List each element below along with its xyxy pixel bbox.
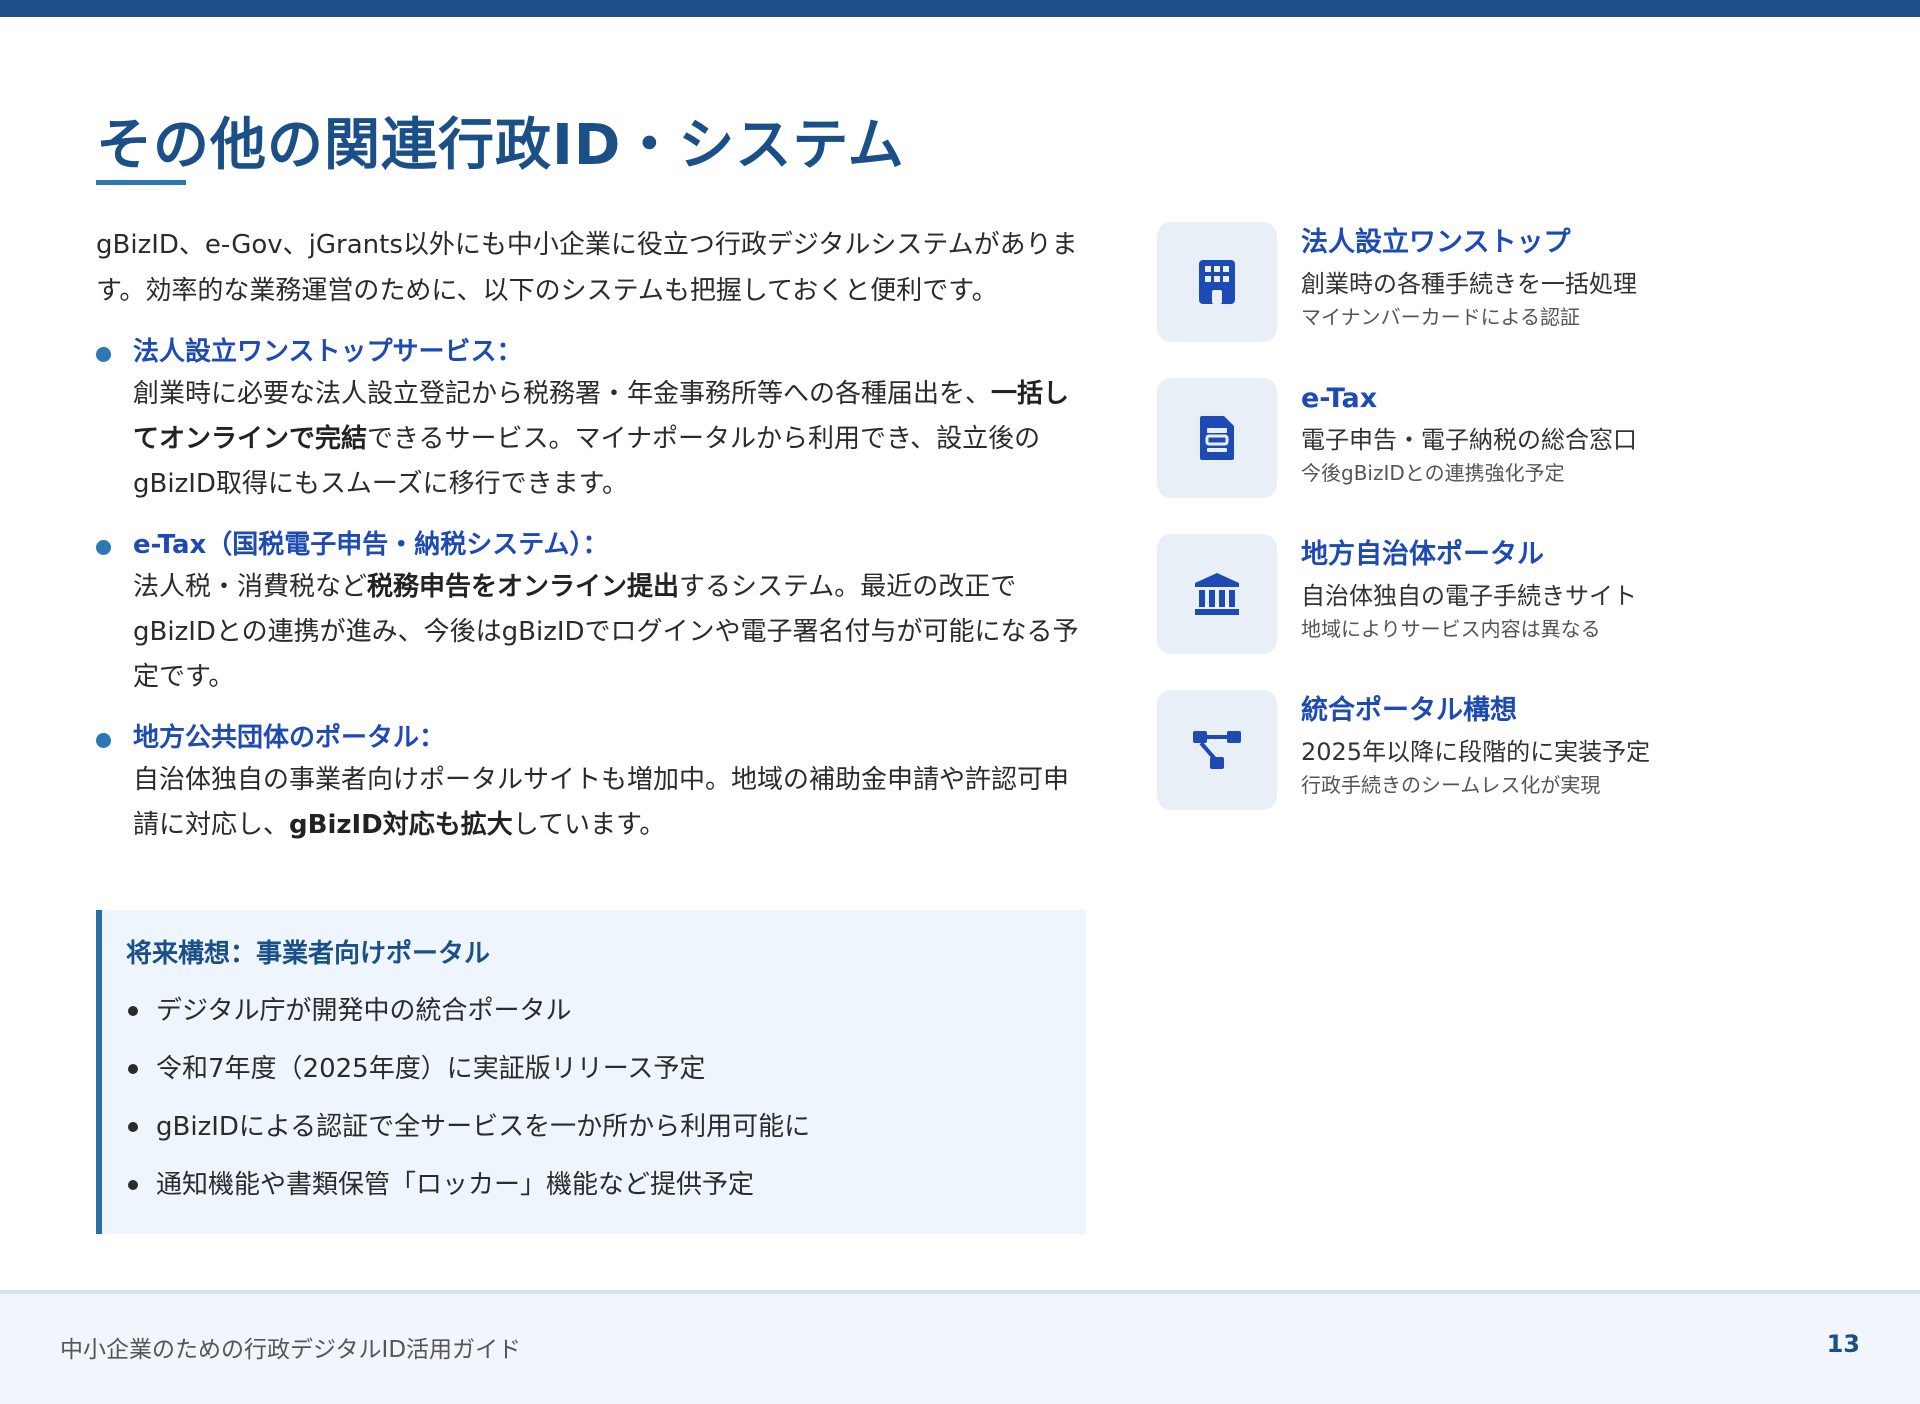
card-integrated-portal: 統合ポータル構想 2025年以降に段階的に実装予定 行政手続きのシームレス化が実… — [1157, 690, 1877, 846]
list-item: 法人設立ワンストップサービス： 創業時に必要な法人設立登記から税務署・年金事務所… — [96, 332, 1086, 507]
card-title: 地方自治体ポータル — [1301, 539, 1544, 570]
page-number: 13 — [1826, 1330, 1860, 1358]
list-item: e-Tax（国税電子申告・納税システム）： 法人税・消費税など税務申告をオンライ… — [96, 525, 1086, 700]
card-etax: e-Tax 電子申告・電子納税の総合窓口 今後gBizIDとの連携強化予定 — [1157, 378, 1877, 534]
list-item: 地方公共団体のポータル： 自治体独自の事業者向けポータルサイトも増加中。地域の補… — [96, 718, 1086, 848]
body-emphasis: 税務申告をオンライン提出 — [367, 572, 680, 602]
bullet-heading: 地方公共団体のポータル： — [133, 723, 446, 753]
bullet-dot-icon — [96, 733, 111, 748]
bullet-body: 法人税・消費税など税務申告をオンライン提出するシステム。最近の改正でgBizID… — [133, 565, 1086, 700]
card-text: 法人設立ワンストップ 創業時の各種手続きを一括処理 マイナンバーカードによる認証 — [1301, 222, 1861, 332]
bullet-heading: 法人設立ワンストップサービス： — [133, 337, 523, 367]
bullet-heading: e-Tax（国税電子申告・納税システム）： — [133, 530, 609, 560]
bullet-body: 創業時に必要な法人設立登記から税務署・年金事務所等への各種届出を、一括してオンラ… — [133, 372, 1086, 507]
card-subtext: 地域によりサービス内容は異なる — [1301, 617, 1601, 641]
system-cards: 法人設立ワンストップ 創業時の各種手続きを一括処理 マイナンバーカードによる認証… — [1157, 222, 1877, 846]
body-text: しています。 — [512, 810, 666, 840]
system-list: 法人設立ワンストップサービス： 創業時に必要な法人設立登記から税務署・年金事務所… — [96, 332, 1086, 848]
page-title: その他の関連行政ID・システム — [96, 113, 905, 178]
card-corporate-setup: 法人設立ワンストップ 創業時の各種手続きを一括処理 マイナンバーカードによる認証 — [1157, 222, 1877, 378]
title-underline — [96, 180, 186, 185]
left-column: gBizID、e-Gov、jGrants以外にも中小企業に役立つ行政デジタルシス… — [96, 222, 1086, 866]
future-list-item: 通知機能や書類保管「ロッカー」機能など提供予定 — [126, 1156, 1086, 1214]
card-description: 電子申告・電子納税の総合窓口 — [1301, 426, 1637, 454]
building-icon — [1157, 222, 1277, 342]
bullet-dot-icon — [96, 540, 111, 555]
card-title: e-Tax — [1301, 383, 1378, 414]
future-vision-box: 将来構想：事業者向けポータル デジタル庁が開発中の統合ポータル 令和7年度（20… — [96, 910, 1086, 1234]
network-icon — [1157, 690, 1277, 810]
bullet-dot-icon — [96, 347, 111, 362]
card-description: 2025年以降に段階的に実装予定 — [1301, 738, 1651, 766]
card-title: 法人設立ワンストップ — [1301, 227, 1571, 258]
card-subtext: マイナンバーカードによる認証 — [1301, 305, 1580, 329]
footer-title: 中小企業のための行政デジタルID活用ガイド — [60, 1337, 522, 1363]
body-emphasis: gBizID対応も拡大 — [289, 810, 513, 840]
document-icon — [1157, 378, 1277, 498]
card-text: 統合ポータル構想 2025年以降に段階的に実装予定 行政手続きのシームレス化が実… — [1301, 690, 1861, 800]
future-vision-title: 将来構想：事業者向けポータル — [126, 939, 491, 969]
card-subtext: 行政手続きのシームレス化が実現 — [1301, 773, 1601, 797]
body-text: 法人税・消費税など — [133, 572, 368, 602]
card-text: 地方自治体ポータル 自治体独自の電子手続きサイト 地域によりサービス内容は異なる — [1301, 534, 1861, 644]
card-description: 自治体独自の電子手続きサイト — [1301, 582, 1637, 610]
card-description: 創業時の各種手続きを一括処理 — [1301, 270, 1637, 298]
card-local-government: 地方自治体ポータル 自治体独自の電子手続きサイト 地域によりサービス内容は異なる — [1157, 534, 1877, 690]
body-text: 創業時に必要な法人設立登記から税務署・年金事務所等への各種届出を、 — [133, 379, 992, 409]
card-title: 統合ポータル構想 — [1301, 695, 1517, 726]
future-list-item: 令和7年度（2025年度）に実証版リリース予定 — [126, 1040, 1086, 1098]
bullet-body: 自治体独自の事業者向けポータルサイトも増加中。地域の補助金申請や許認可申請に対応… — [133, 758, 1086, 848]
future-list-item: gBizIDによる認証で全サービスを一か所から利用可能に — [126, 1098, 1086, 1156]
intro-paragraph: gBizID、e-Gov、jGrants以外にも中小企業に役立つ行政デジタルシス… — [96, 230, 1078, 306]
page-footer: 中小企業のための行政デジタルID活用ガイド 13 — [0, 1290, 1920, 1404]
top-accent-bar — [0, 0, 1920, 17]
card-subtext: 今後gBizIDとの連携強化予定 — [1301, 461, 1565, 485]
future-list-item: デジタル庁が開発中の統合ポータル — [126, 982, 1086, 1040]
card-text: e-Tax 電子申告・電子納税の総合窓口 今後gBizIDとの連携強化予定 — [1301, 378, 1861, 488]
government-building-icon — [1157, 534, 1277, 654]
